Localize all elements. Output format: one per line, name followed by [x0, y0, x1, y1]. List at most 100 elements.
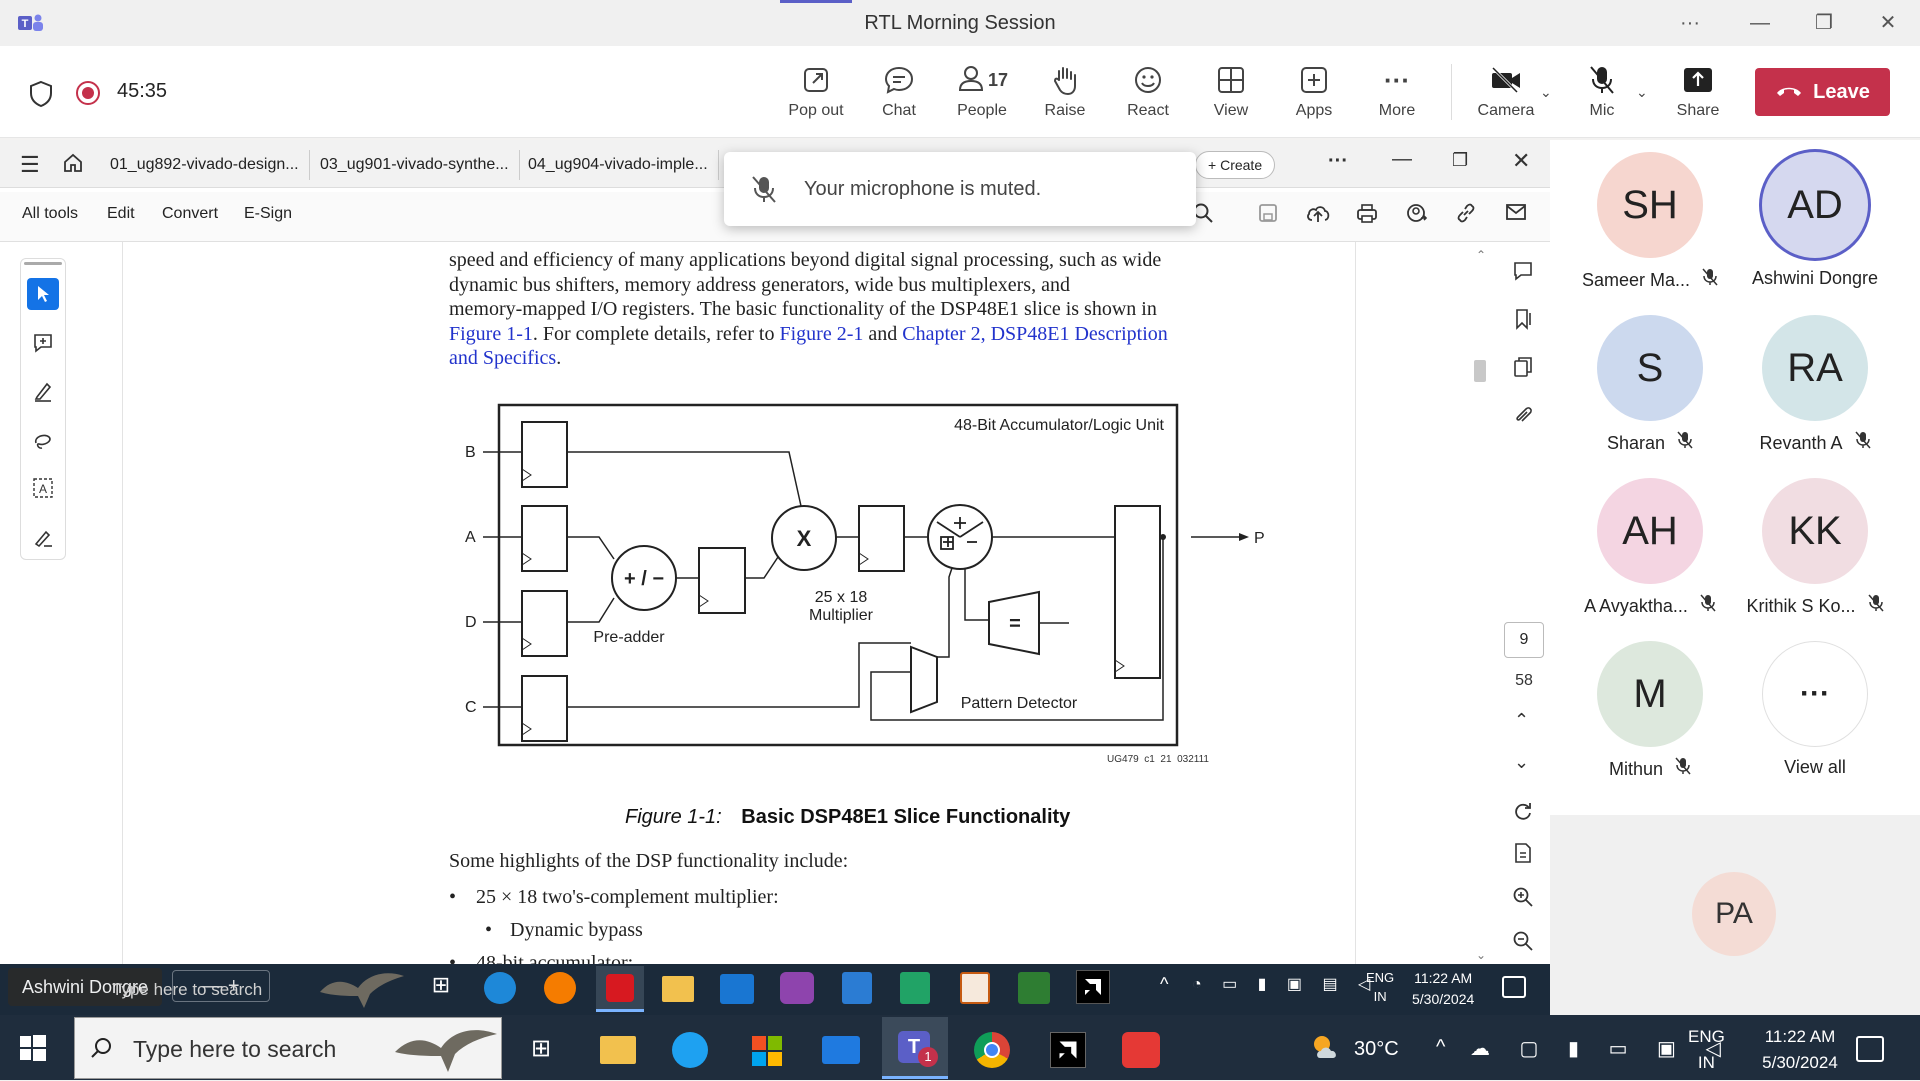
camera-chevron-icon[interactable]: ⌄ — [1540, 84, 1552, 101]
scroll-thumb[interactable] — [1474, 360, 1486, 382]
share-button[interactable]: Share — [1656, 60, 1740, 132]
create-button[interactable]: + Create — [1195, 151, 1276, 179]
menu-edit[interactable]: Edit — [107, 205, 135, 223]
doc-tab-2[interactable]: 03_ug901-vivado-synthe... — [310, 150, 520, 180]
pages-icon[interactable] — [1512, 356, 1536, 380]
taskbar-search[interactable]: Type here to search — [74, 1017, 502, 1079]
link-figure-2-1[interactable]: Figure 2-1 — [779, 323, 863, 345]
mail-app-icon[interactable] — [720, 974, 754, 1004]
acrobat-restore-button[interactable]: ❐ — [1452, 150, 1468, 171]
acrobat-minimize-button[interactable]: — — [1392, 148, 1412, 171]
restore-button[interactable]: ❐ — [1804, 8, 1844, 38]
teams-taskbar-button[interactable]: T 1 — [882, 1017, 948, 1079]
more-button[interactable]: ··· More — [1355, 60, 1439, 132]
menu-convert[interactable]: Convert — [162, 205, 218, 223]
action-center-icon[interactable] — [1856, 1036, 1884, 1062]
shared-language[interactable]: ENG IN — [1366, 968, 1394, 1006]
share-user-icon[interactable] — [1405, 202, 1429, 226]
mail-icon[interactable] — [822, 1036, 860, 1064]
doc-tab-1[interactable]: 01_ug892-vivado-design... — [100, 150, 310, 180]
chart-app-icon[interactable] — [1018, 972, 1050, 1004]
apps-button[interactable]: Apps — [1272, 60, 1356, 132]
firefox-icon[interactable] — [544, 972, 576, 1004]
mail-icon[interactable] — [1505, 202, 1529, 226]
participant-tile[interactable]: S Sharan — [1570, 315, 1730, 454]
zoom-out-icon[interactable] — [1512, 930, 1536, 954]
menu-all-tools[interactable]: All tools — [22, 205, 78, 223]
participant-tile[interactable]: AD Ashwini Dongre — [1735, 152, 1895, 289]
file-explorer-icon[interactable] — [662, 976, 694, 1002]
scroll-up-icon[interactable]: ⌃ — [1476, 248, 1486, 262]
pdf-page[interactable]: speed and efficiency of many application… — [122, 242, 1356, 965]
text-box-icon[interactable]: A — [27, 472, 59, 504]
weather-temp[interactable]: 30°C — [1354, 1038, 1399, 1061]
sign-icon[interactable] — [27, 521, 59, 553]
task-view-icon[interactable]: ⊞ — [526, 1034, 556, 1064]
excel-icon[interactable] — [900, 972, 930, 1004]
attachment-icon[interactable] — [1512, 404, 1536, 428]
camera-button[interactable]: Camera — [1464, 60, 1548, 132]
link-specifics[interactable]: and Specifics — [449, 347, 556, 369]
view-button[interactable]: View — [1189, 60, 1273, 132]
pop-out-button[interactable]: Pop out — [774, 60, 858, 132]
vpn-app-icon[interactable] — [1122, 1032, 1160, 1068]
tray-chevron-icon[interactable]: ^ — [1436, 1036, 1445, 1059]
home-icon[interactable] — [62, 152, 86, 176]
people-button[interactable]: 17 People — [940, 60, 1024, 132]
tray-icons[interactable]: ◔ ▭ ▮ ▣ ▤ ◁ — [1192, 974, 1378, 994]
cloud-upload-icon[interactable] — [1305, 202, 1331, 226]
edge-icon[interactable] — [484, 972, 516, 1004]
next-page-icon[interactable]: ⌄ — [1514, 752, 1529, 773]
rail-handle[interactable] — [24, 262, 62, 265]
minimize-button[interactable]: — — [1740, 8, 1780, 38]
word-icon[interactable] — [842, 972, 872, 1004]
more-options-icon[interactable]: ··· — [1670, 8, 1710, 38]
shared-clock[interactable]: 11:22 AM 5/30/2024 — [1412, 968, 1474, 1010]
acrobat-taskbar-button[interactable] — [596, 966, 644, 1012]
chat-button[interactable]: Chat — [857, 60, 941, 132]
task-view-icon[interactable]: ⊞ — [425, 972, 457, 1004]
menu-esign[interactable]: E-Sign — [244, 205, 292, 223]
rotate-icon[interactable] — [1512, 800, 1536, 824]
zoom-in-icon[interactable] — [1512, 886, 1536, 910]
leave-button[interactable]: Leave — [1755, 68, 1890, 116]
document-icon[interactable] — [1512, 842, 1536, 866]
print-icon[interactable] — [1355, 202, 1379, 226]
zoom-controls[interactable]: — + — [172, 970, 270, 1002]
tray-chevron-icon[interactable]: ^ — [1160, 974, 1168, 995]
participant-tile[interactable]: KK Krithik S Ko... — [1735, 478, 1895, 617]
mic-button[interactable]: Mic — [1560, 60, 1644, 132]
document-viewer-icon[interactable] — [960, 972, 990, 1004]
doc-tab-3[interactable]: 04_ug904-vivado-imple... — [518, 150, 719, 180]
amd-icon[interactable] — [1076, 970, 1110, 1004]
highlight-pen-icon[interactable] — [27, 375, 59, 407]
store-icon[interactable] — [750, 1034, 784, 1068]
vertical-scrollbar[interactable]: ⌃ ⌄ — [1472, 248, 1488, 966]
mask-app-icon[interactable] — [780, 972, 814, 1004]
acrobat-close-button[interactable]: ✕ — [1512, 148, 1530, 174]
shield-icon[interactable] — [28, 80, 56, 108]
participant-tile[interactable]: SH Sameer Ma... — [1570, 152, 1730, 291]
comments-icon[interactable] — [1512, 260, 1536, 284]
hamburger-menu-icon[interactable]: ☰ — [20, 152, 40, 178]
raise-hand-button[interactable]: Raise — [1023, 60, 1107, 132]
notifications-icon[interactable] — [1502, 976, 1526, 998]
close-button[interactable]: ✕ — [1868, 8, 1908, 38]
page-number-input[interactable]: 9 — [1504, 622, 1544, 658]
language-indicator[interactable]: ENG IN — [1688, 1024, 1725, 1076]
save-icon[interactable] — [1257, 202, 1281, 226]
chrome-icon[interactable] — [974, 1032, 1010, 1068]
link-icon[interactable] — [1455, 202, 1479, 226]
select-cursor-icon[interactable] — [27, 278, 59, 310]
amd-icon[interactable] — [1050, 1032, 1086, 1068]
scroll-down-icon[interactable]: ⌄ — [1476, 948, 1486, 962]
participant-tile[interactable]: RA Revanth A — [1735, 315, 1895, 454]
acrobat-more-icon[interactable]: ··· — [1328, 150, 1348, 173]
link-chapter-2[interactable]: Chapter 2, DSP48E1 Description — [902, 323, 1168, 345]
link-figure-1-1[interactable]: Figure 1-1 — [449, 323, 533, 345]
file-explorer-icon[interactable] — [600, 1036, 636, 1064]
bookmark-icon[interactable] — [1512, 308, 1536, 332]
participant-tile[interactable]: AH A Avyaktha... — [1570, 478, 1730, 617]
draw-freehand-icon[interactable] — [27, 424, 59, 456]
add-comment-icon[interactable] — [27, 327, 59, 359]
